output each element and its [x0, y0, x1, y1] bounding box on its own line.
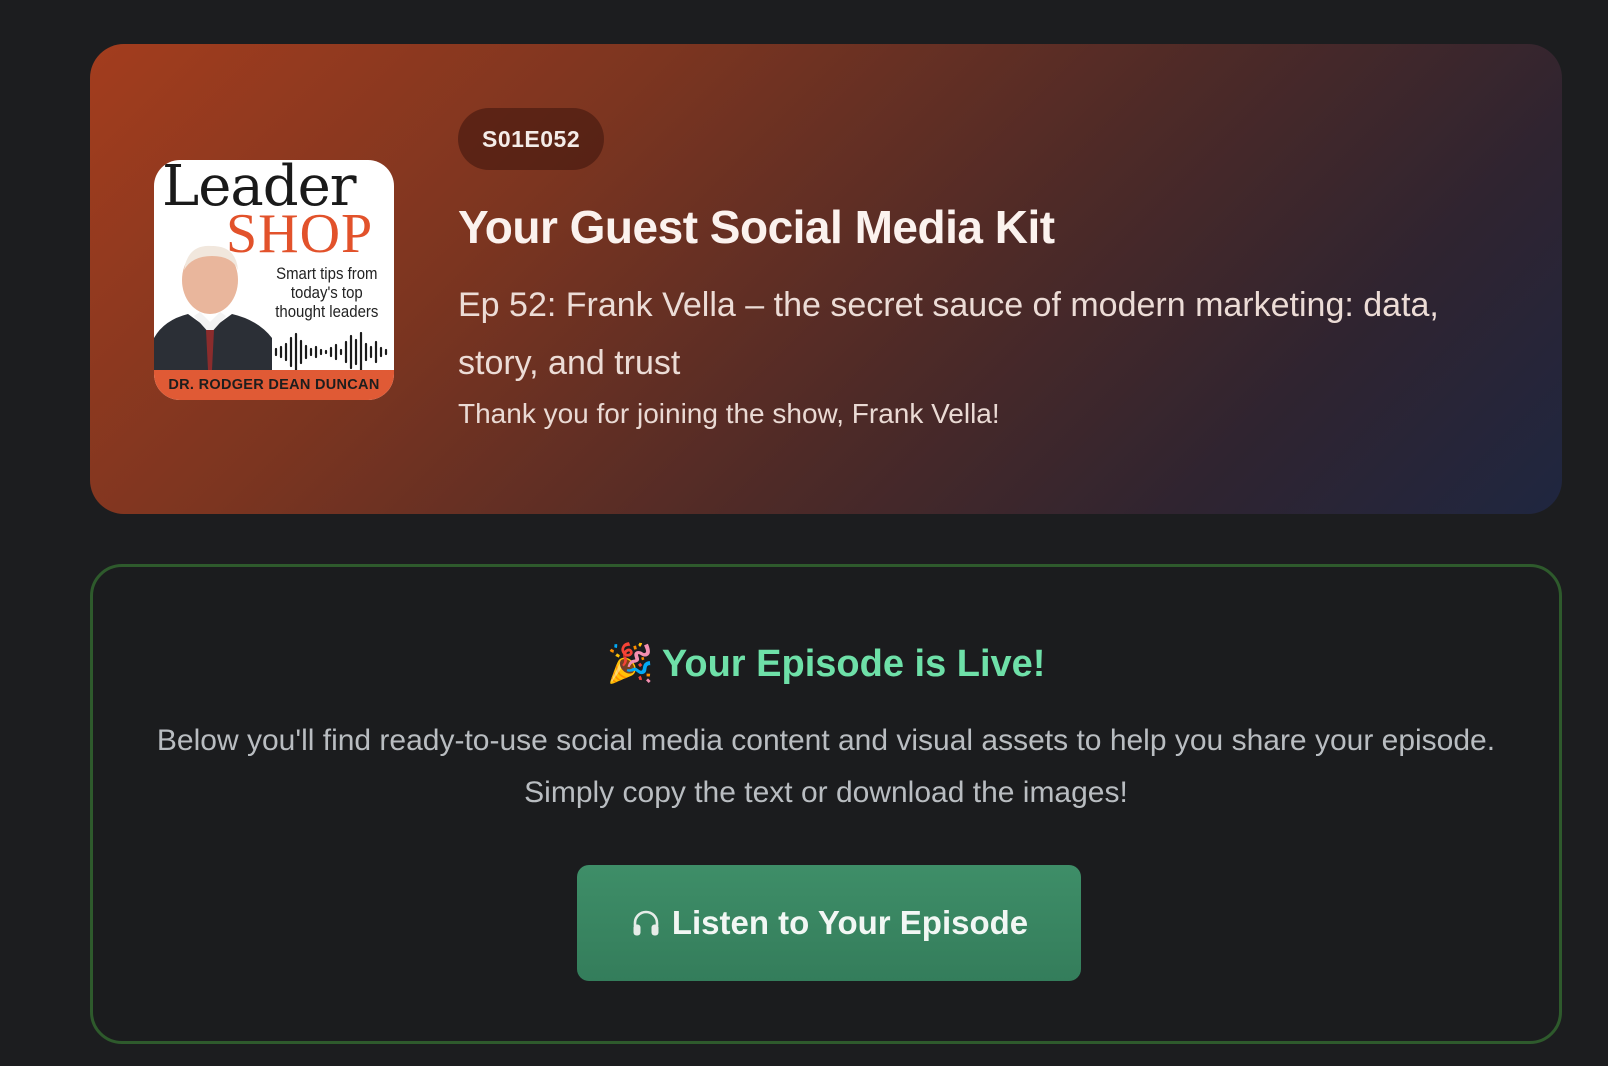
- listen-episode-button[interactable]: Listen to Your Episode: [577, 865, 1081, 981]
- live-description: Below you'll find ready-to-use social me…: [156, 724, 1496, 809]
- page-title: Your Guest Social Media Kit: [458, 201, 1055, 253]
- podcast-cover-art: Leader SHOP Smart tips from today's top …: [154, 160, 394, 400]
- episode-hero-banner: Leader SHOP Smart tips from today's top …: [90, 44, 1562, 514]
- audio-waveform-icon: [274, 332, 388, 372]
- live-heading-text: Your Episode is Live!: [661, 643, 1046, 685]
- cover-author-name: DR. RODGER DEAN DUNCAN: [154, 370, 394, 400]
- episode-code-badge: S01E052: [458, 108, 605, 170]
- cover-title-shop: SHOP: [226, 203, 374, 265]
- cover-tagline: Smart tips from today's top thought lead…: [275, 264, 379, 321]
- thank-you-message: Thank you for joining the show, Frank Ve…: [458, 398, 1000, 429]
- listen-episode-label: Listen to Your Episode: [671, 904, 1029, 941]
- episode-live-card: 🎉 Your Episode is Live! Below you'll find…: [90, 564, 1562, 1044]
- headphones-icon: [633, 910, 659, 936]
- live-heading: 🎉 Your Episode is Live!: [93, 641, 1559, 686]
- episode-title: Ep 52: Frank Vella – the secret sauce of…: [458, 286, 1439, 382]
- party-popper-icon: 🎉: [606, 641, 654, 685]
